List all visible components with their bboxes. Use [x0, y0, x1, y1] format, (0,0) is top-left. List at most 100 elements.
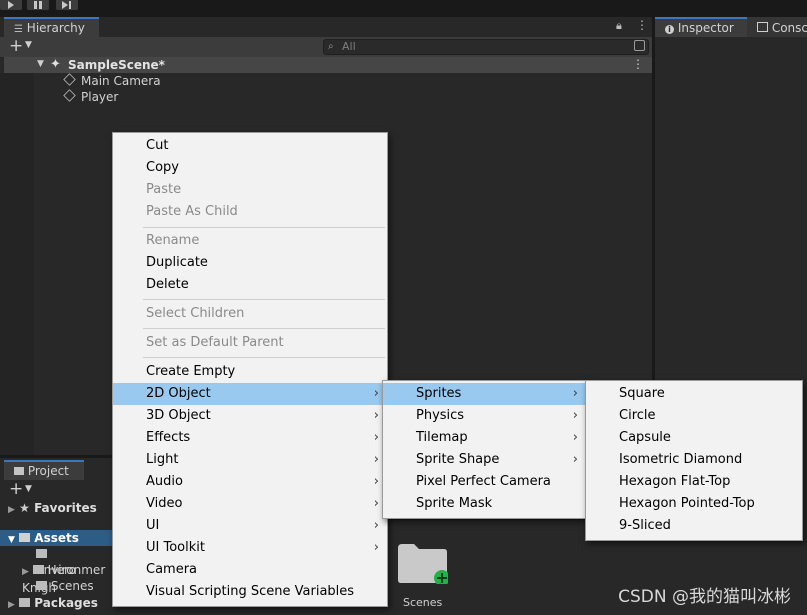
tab-hierarchy-label: Hierarchy — [26, 21, 85, 35]
menu-item-9-sliced[interactable]: 9-Sliced — [586, 515, 802, 537]
dropdown-arrow-icon[interactable]: ▼ — [25, 40, 32, 50]
menu-item-select-children: Select Children — [146, 306, 245, 321]
scene-name: SampleScene* — [68, 58, 165, 72]
menu-item-ui[interactable]: UI › — [113, 515, 387, 537]
asset-folder-hero-knight[interactable]: ▶ Hero Knigh — [22, 562, 112, 595]
chevron-right-icon: › — [373, 452, 379, 467]
submenu-sprites: Square Circle Capsule Isometric Diamond … — [585, 380, 803, 541]
menu-item-light[interactable]: Light › — [113, 449, 387, 471]
watermark: CSDN @我的猫叫冰彬 — [618, 587, 791, 607]
pause-button[interactable] — [27, 0, 49, 10]
menu-item-rename: Rename — [146, 233, 200, 248]
menu-item-pixel-perfect-camera[interactable]: Pixel Perfect Camera — [383, 471, 586, 493]
favorites-row[interactable]: ▶ ★ Favorites — [8, 500, 97, 516]
chevron-right-icon: › — [373, 386, 379, 401]
step-icon — [62, 1, 71, 9]
star-icon: ★ — [19, 501, 30, 515]
tab-hierarchy[interactable]: ☰ Hierarchy — [4, 17, 99, 37]
gameobject-cube-icon — [63, 73, 76, 86]
assets-label-row: ▼ Assets — [8, 531, 79, 545]
folder-icon — [36, 581, 47, 590]
menu-item-capsule[interactable]: Capsule — [586, 427, 802, 449]
expand-arrow-icon: ▼ — [8, 535, 15, 545]
project-window: Project + ▼ ▶ ★ Favorites ▼ Assets Envir… — [0, 458, 112, 615]
menu-item-paste: Paste — [146, 182, 182, 197]
search-placeholder: All — [342, 40, 356, 53]
hierarchy-item-main-camera[interactable]: Main Camera — [63, 73, 161, 89]
menu-item-ui-toolkit[interactable]: UI Toolkit › — [113, 537, 387, 559]
menu-item-sprite-mask[interactable]: Sprite Mask — [383, 493, 586, 515]
folder-icon — [36, 549, 47, 558]
expand-arrow-icon[interactable]: ▼ — [37, 59, 44, 69]
tab-project-label: Project — [27, 464, 69, 478]
menu-separator — [143, 357, 385, 358]
unity-scene-icon: ✦ — [50, 57, 61, 72]
folder-icon — [19, 533, 31, 542]
menu-item-hexagon-flat-top[interactable]: Hexagon Flat-Top — [586, 471, 802, 493]
search-input[interactable]: ⌕ All — [323, 39, 649, 55]
chevron-right-icon: › — [572, 430, 578, 445]
lock-icon[interactable]: 🔒︎ — [616, 19, 622, 33]
menu-separator — [143, 328, 385, 329]
menu-item-camera[interactable]: Camera — [113, 559, 387, 581]
menu-item-tilemap[interactable]: Tilemap › — [383, 427, 586, 449]
menu-item-isometric-diamond[interactable]: Isometric Diamond — [586, 449, 802, 471]
menu-item-delete[interactable]: Delete — [113, 274, 387, 296]
tab-console[interactable]: Consc — [747, 17, 807, 37]
hierarchy-gutter — [0, 73, 34, 455]
menu-item-square[interactable]: Square — [586, 383, 802, 405]
list-icon: ☰ — [14, 24, 23, 35]
menu-separator — [143, 299, 385, 300]
menu-item-cut[interactable]: Cut — [113, 135, 387, 157]
gameobject-cube-icon — [63, 89, 76, 102]
scene-row[interactable]: ▼ ✦ SampleScene* ⋮ — [4, 57, 652, 73]
hierarchy-item-player[interactable]: Player — [63, 89, 118, 105]
step-button[interactable] — [56, 0, 78, 10]
chevron-right-icon: › — [373, 430, 379, 445]
folder-icon — [32, 565, 44, 574]
menu-item-visual-scripting-scene-variables[interactable]: Visual Scripting Scene Variables — [113, 581, 387, 603]
menu-item-circle[interactable]: Circle — [586, 405, 802, 427]
menu-item-hexagon-pointed-top[interactable]: Hexagon Pointed-Top — [586, 493, 802, 515]
menu-item-physics[interactable]: Physics › — [383, 405, 586, 427]
project-dropdown-icon[interactable]: ▼ — [25, 484, 32, 494]
grid-folder-scenes[interactable] — [398, 542, 450, 586]
menu-item-2d-object[interactable]: 2D Object › — [113, 383, 387, 405]
menu-item-copy[interactable]: Copy — [113, 157, 387, 179]
project-add-icon[interactable]: + — [9, 479, 23, 499]
more-options-icon[interactable]: ⋮ — [636, 18, 648, 32]
menu-item-create-empty[interactable]: Create Empty — [113, 361, 387, 383]
chevron-right-icon: › — [373, 474, 379, 489]
menu-item-audio[interactable]: Audio › — [113, 471, 387, 493]
menu-item-effects[interactable]: Effects › — [113, 427, 387, 449]
search-icon: ⌕ — [328, 41, 334, 52]
console-icon — [757, 22, 768, 32]
play-toolbar — [0, 0, 807, 12]
asset-folder-environment[interactable]: Environmer — [36, 546, 112, 577]
menu-item-duplicate[interactable]: Duplicate — [113, 252, 387, 274]
collapse-arrow-icon: ▶ — [22, 567, 29, 577]
tab-inspector[interactable]: i Inspector — [655, 17, 747, 37]
menu-item-video[interactable]: Video › — [113, 493, 387, 515]
asset-folder-scenes[interactable]: Scenes — [36, 578, 94, 594]
tab-inspector-label: Inspector — [677, 21, 734, 35]
hierarchy-toolbar: + ▼ ⌕ All — [0, 37, 652, 58]
menu-item-3d-object[interactable]: 3D Object › — [113, 405, 387, 427]
search-filter-icon[interactable] — [634, 40, 645, 51]
packages-row[interactable]: ▶ Packages — [8, 595, 98, 611]
collapse-arrow-icon: ▶ — [8, 600, 15, 610]
context-menu: Cut Copy Paste Paste As Child Rename Dup… — [112, 132, 388, 607]
folder-icon — [19, 598, 31, 607]
chevron-right-icon: › — [572, 408, 578, 423]
chevron-right-icon: › — [373, 496, 379, 511]
add-icon[interactable]: + — [9, 37, 23, 55]
chevron-right-icon: › — [572, 386, 578, 401]
scene-more-icon[interactable]: ⋮ — [632, 57, 644, 71]
chevron-right-icon: › — [373, 540, 379, 555]
menu-item-paste-as-child: Paste As Child — [146, 204, 238, 219]
play-button[interactable] — [0, 0, 22, 10]
menu-item-sprite-shape[interactable]: Sprite Shape › — [383, 449, 586, 471]
info-icon: i — [665, 25, 674, 34]
tab-project[interactable]: Project — [4, 460, 84, 480]
menu-item-sprites[interactable]: Sprites › — [383, 383, 586, 405]
